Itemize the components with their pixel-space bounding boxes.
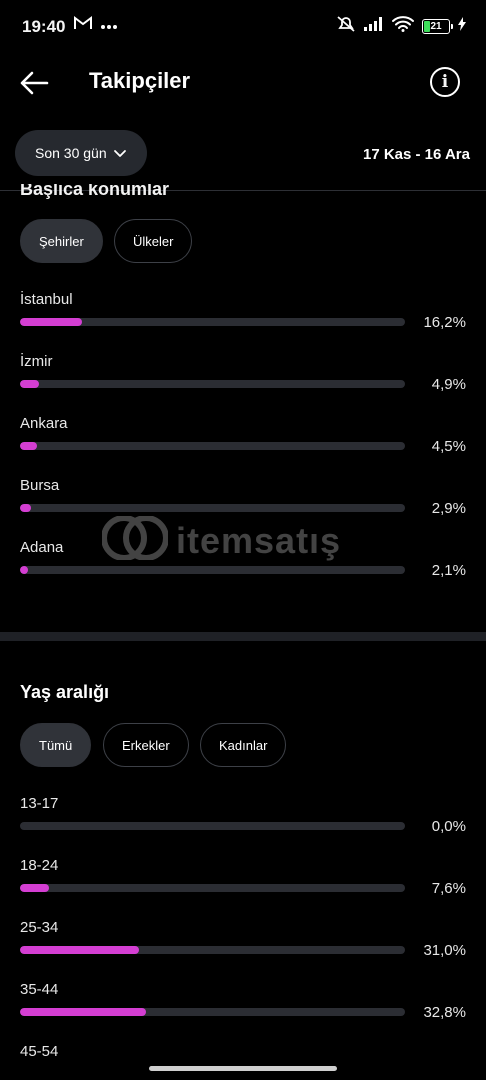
row-label: 18-24 — [20, 857, 59, 874]
bar-fill — [20, 442, 38, 450]
row-percent: 32,8% — [423, 1004, 466, 1021]
row-label: Bursa — [20, 477, 60, 494]
bar-track — [20, 1008, 405, 1016]
tab-all[interactable]: Tümü — [20, 723, 92, 767]
bar-track — [20, 318, 405, 326]
bar-track — [20, 884, 405, 892]
row-percent: 4,9% — [431, 376, 466, 393]
watermark-text: itemsatış — [176, 519, 342, 561]
battery-level: 21 — [430, 21, 442, 32]
status-bar: 19:40 21 — [0, 0, 486, 54]
locations-section-title: Başlıca konumlar — [20, 184, 170, 199]
row-label: İzmir — [20, 353, 53, 370]
date-range: 17 Kas - 16 Ara — [362, 146, 470, 163]
row-label: Adana — [20, 539, 64, 556]
charging-icon — [458, 17, 466, 36]
back-button[interactable] — [18, 68, 50, 98]
bar-fill — [20, 504, 32, 512]
period-label: Son 30 gün — [35, 145, 107, 161]
silent-mode-icon — [336, 15, 356, 38]
chevron-down-icon — [113, 145, 127, 161]
row-percent: 2,9% — [431, 500, 466, 517]
page-title: Takipçiler — [89, 68, 191, 93]
battery-icon: 21 — [422, 19, 453, 34]
info-icon: i — [441, 72, 449, 92]
row-percent: 0,0% — [431, 818, 466, 835]
wifi-icon — [392, 16, 414, 37]
bar-track — [20, 380, 405, 388]
gmail-icon — [74, 16, 92, 35]
bar-track — [20, 504, 405, 512]
row-label: 13-17 — [20, 795, 59, 812]
bar-fill — [20, 1008, 147, 1016]
row-percent: 4,5% — [431, 438, 466, 455]
bar-track — [20, 822, 405, 830]
bar-track — [20, 566, 405, 574]
app-bar: Takipçiler i — [0, 54, 486, 112]
more-notifications-icon — [100, 17, 118, 35]
row-percent: 16,2% — [423, 314, 466, 331]
row-label: 45-54 — [20, 1043, 59, 1060]
row-label: Ankara — [20, 415, 68, 432]
row-label: 35-44 — [20, 981, 59, 998]
home-indicator[interactable] — [149, 1066, 337, 1071]
tab-cities[interactable]: Şehirler — [20, 219, 103, 263]
row-label: İstanbul — [20, 291, 73, 308]
bar-fill — [20, 884, 50, 892]
tab-men[interactable]: Erkekler — [103, 723, 189, 767]
signal-icon — [364, 17, 384, 36]
bar-fill — [20, 380, 39, 388]
bar-fill — [20, 946, 140, 954]
section-divider — [0, 632, 486, 641]
row-percent: 7,6% — [431, 880, 466, 897]
watermark: itemsatış — [101, 515, 342, 565]
row-percent: 31,0% — [423, 942, 466, 959]
tab-women[interactable]: Kadınlar — [200, 723, 287, 767]
status-time: 19:40 — [22, 17, 66, 36]
bar-track — [20, 442, 405, 450]
arrow-left-icon — [18, 71, 50, 102]
info-button[interactable]: i — [430, 67, 460, 97]
row-label: 25-34 — [20, 919, 59, 936]
period-dropdown[interactable]: Son 30 gün — [15, 130, 147, 176]
age-section-title: Yaş aralığı — [20, 682, 110, 702]
bar-track — [20, 946, 405, 954]
bar-fill — [20, 318, 83, 326]
watermark-logo-icon — [101, 515, 169, 565]
bar-fill — [20, 566, 29, 574]
filter-bar: Son 30 gün 17 Kas - 16 Ara — [0, 112, 486, 191]
tab-countries[interactable]: Ülkeler — [114, 219, 193, 263]
row-percent: 2,1% — [431, 562, 466, 579]
